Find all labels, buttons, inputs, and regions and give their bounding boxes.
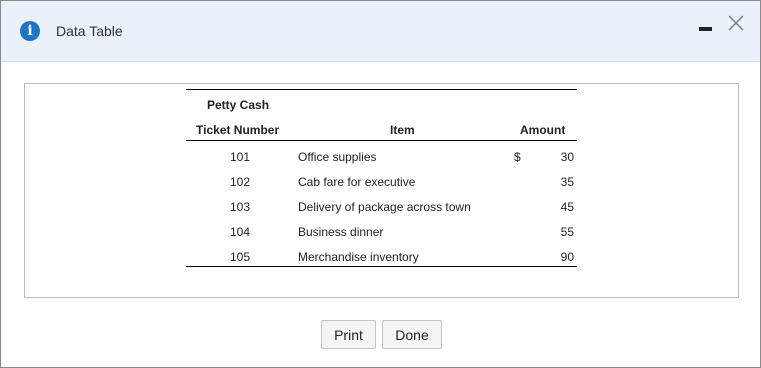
- table-container: Petty Cash Ticket Number Item Amount 101…: [24, 83, 739, 298]
- ticket-number-cell: 102: [230, 175, 251, 189]
- ticket-number-cell: 105: [230, 250, 251, 264]
- amount-cell: 45: [560, 200, 574, 214]
- close-icon[interactable]: [728, 15, 744, 31]
- dialog-title: Data Table: [56, 23, 123, 39]
- table-bottom-rule: [186, 266, 577, 267]
- item-cell: Business dinner: [298, 225, 384, 239]
- currency-symbol: $: [514, 150, 521, 164]
- minimize-icon[interactable]: [699, 27, 712, 31]
- item-cell: Office supplies: [298, 150, 377, 164]
- done-button[interactable]: Done: [382, 320, 442, 349]
- info-icon: i: [20, 21, 40, 41]
- column-header-amount: Amount: [520, 123, 566, 137]
- item-cell: Cab fare for executive: [298, 175, 416, 189]
- amount-cell: 55: [560, 225, 574, 239]
- dialog-titlebar: i Data Table: [1, 1, 760, 62]
- table-top-rule: [186, 89, 577, 90]
- header-rule: [186, 140, 577, 141]
- group-header-petty-cash: Petty Cash: [207, 98, 270, 112]
- item-cell: Delivery of package across town: [298, 200, 471, 214]
- print-button[interactable]: Print: [321, 320, 376, 349]
- amount-cell: 30: [560, 150, 574, 164]
- column-header-item: Item: [390, 123, 415, 137]
- column-header-ticket-number: Ticket Number: [196, 123, 280, 137]
- ticket-number-cell: 103: [230, 200, 251, 214]
- data-table-dialog: i Data Table Petty Cash Ticket Number It…: [0, 0, 761, 368]
- amount-cell: 90: [560, 250, 574, 264]
- item-cell: Merchandise inventory: [298, 250, 419, 264]
- ticket-number-cell: 101: [230, 150, 251, 164]
- ticket-number-cell: 104: [230, 225, 251, 239]
- amount-cell: 35: [560, 175, 574, 189]
